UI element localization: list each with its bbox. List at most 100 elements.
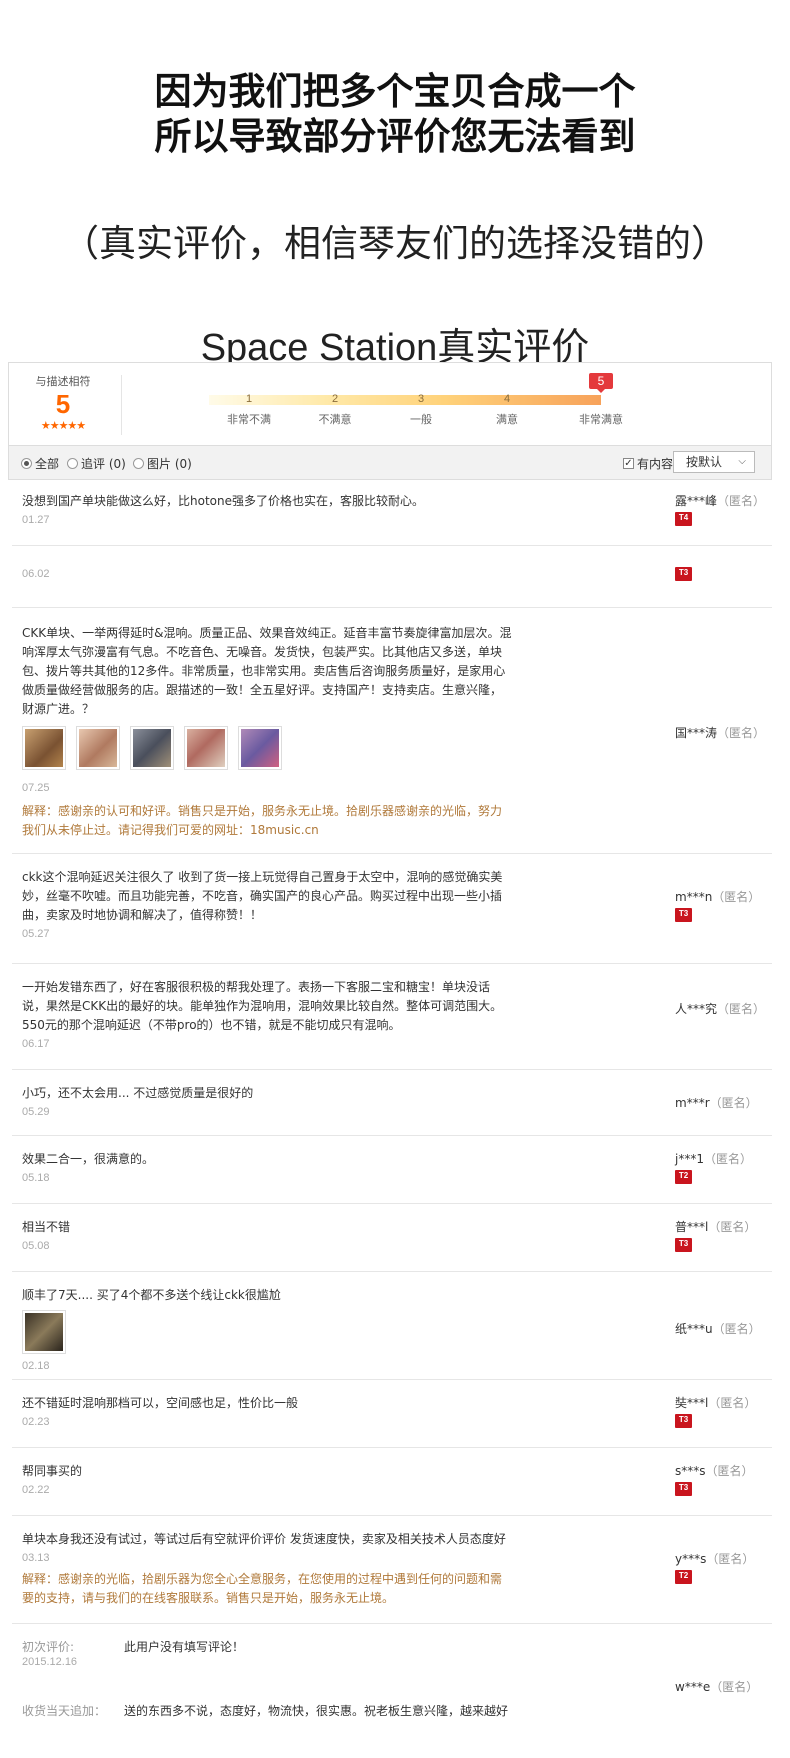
level-badge-icon: T3 — [675, 567, 692, 581]
review-date: 05.18 — [22, 1172, 50, 1184]
tick-4: 4 — [503, 393, 511, 405]
review-text: CKK单块、一举两得延时&混响。质量正品、效果音效纯正。延音丰富节奏旋律富加层次… — [22, 626, 512, 716]
anonymous-tag: （匿名） — [717, 1002, 766, 1016]
filter-all-label: 全部 — [35, 457, 60, 471]
level-badge-icon: T3 — [675, 1238, 692, 1252]
headline-line-1: 因为我们把多个宝贝合成一个 — [154, 70, 636, 113]
review-item: 一开始发错东西了，好在客服很积极的帮我处理了。表扬一下客服二宝和糖宝！单块没话说… — [12, 964, 772, 1070]
review-photo[interactable] — [184, 726, 228, 770]
review-date: 05.29 — [22, 1106, 50, 1118]
reviewer-nick: j***1 — [675, 1152, 704, 1166]
star-rating-icon: ★★★★★ — [40, 419, 86, 432]
reviewer-name: s***s（匿名） — [675, 1462, 754, 1479]
review-photo[interactable] — [76, 726, 120, 770]
reviewer-name: m***n（匿名） — [675, 888, 760, 905]
radio-selected-icon[interactable] — [21, 458, 32, 469]
reviewer-nick: w***e — [675, 1680, 711, 1694]
tick-1: 1 — [245, 393, 253, 405]
anonymous-tag: （匿名） — [710, 1680, 759, 1694]
review-item: CKK单块、一举两得延时&混响。质量正品、效果音效纯正。延音丰富节奏旋律富加层次… — [12, 608, 772, 854]
review-date: 02.23 — [22, 1416, 50, 1428]
level-badge-icon: T3 — [675, 1414, 692, 1428]
headline-subline: （真实评价，相信琴友们的选择没错的） — [62, 222, 728, 265]
tick-label-4: 满意 — [496, 413, 518, 426]
score-value: 5 — [55, 389, 71, 419]
review-photo[interactable] — [130, 726, 174, 770]
reviewer-nick: m***r — [675, 1096, 710, 1110]
filter-append[interactable]: 追评 (0) — [67, 455, 126, 472]
reviewer-name: y***s（匿名） — [675, 1550, 754, 1567]
reviewer-name: 露***峰（匿名） — [675, 492, 765, 509]
reviewer-name: 纸***u（匿名） — [675, 1320, 761, 1337]
reviewer-nick: m***n — [675, 890, 713, 904]
reviewer-name: w***e（匿名） — [675, 1678, 758, 1695]
initial-review-text: 此用户没有填写评论！ — [124, 1640, 245, 1654]
review-date: 06.17 — [22, 1038, 50, 1050]
review-photo[interactable] — [238, 726, 282, 770]
checkbox-checked-icon[interactable]: ✓ — [623, 458, 634, 469]
review-date: 2015.12.16 — [22, 1656, 78, 1668]
review-text: 帮同事买的 — [22, 1464, 83, 1478]
reviewer-nick: 纸***u — [675, 1322, 713, 1336]
sort-dropdown[interactable]: 按默认 ⌵ — [673, 451, 755, 473]
level-badge-icon: T2 — [675, 1570, 692, 1584]
initial-review-label: 初次评价: — [22, 1640, 75, 1654]
active-pointer-icon — [597, 389, 605, 393]
filter-bar: 全部 追评 (0) 图片 (0) ✓ 有内容 按默认 ⌵ — [8, 446, 772, 480]
tick-label-2: 不满意 — [318, 413, 352, 426]
level-badge-icon: T3 — [675, 908, 692, 922]
reviewer-name: 人***究（匿名） — [675, 1000, 765, 1017]
followup-text: 送的东西多不说，态度好，物流快，很实惠。祝老板生意兴隆，越来越好 — [124, 1704, 509, 1718]
review-text: 顺丰了7天.... 买了4个都不多送个线让ckk很尴尬 — [22, 1288, 281, 1302]
has-content-checkbox[interactable]: ✓ 有内容 — [623, 455, 673, 472]
headline-line-2: 所以导致部分评价您无法看到 — [154, 115, 636, 158]
review-date: 05.27 — [22, 928, 50, 940]
reviewer-name: 奘***l（匿名） — [675, 1394, 756, 1411]
has-content-label: 有内容 — [637, 457, 674, 471]
review-item: 小巧，还不太会用... 不过感觉质量是很好的 05.29 m***r（匿名） — [12, 1070, 772, 1136]
review-item: 帮同事买的 02.22 s***s（匿名） T3 — [12, 1448, 772, 1516]
score-label: 与描述相符 — [35, 375, 91, 388]
review-item: 单块本身我还没有试过，等试过后有空就评价评价 发货速度快，卖家及相关技术人员态度… — [12, 1516, 772, 1624]
chevron-down-icon: ⌵ — [738, 456, 746, 467]
review-text: 还不错延时混响那档可以，空间感也足，性价比一般 — [22, 1396, 299, 1410]
review-item: 没想到国产单块能做这么好，比hotone强多了价格也实在，客服比较耐心。 01.… — [12, 480, 772, 546]
review-photo[interactable] — [22, 726, 66, 770]
radio-icon[interactable] — [133, 458, 144, 469]
review-item: ckk这个混响延迟关注很久了 收到了货一接上玩觉得自己置身于太空中，混响的感觉确… — [12, 854, 772, 964]
reviewer-name: 普***l（匿名） — [675, 1218, 756, 1235]
anonymous-tag: （匿名） — [712, 1322, 761, 1336]
review-photo[interactable] — [22, 1310, 66, 1354]
review-date: 02.18 — [22, 1360, 50, 1372]
radio-icon[interactable] — [67, 458, 78, 469]
rating-summary: 与描述相符 5 ★★★★★ 1 2 3 4 5 非常不满 不满意 一般 满意 非… — [8, 362, 772, 446]
reviewer-nick: 普***l — [675, 1220, 709, 1234]
reviewer-nick: 奘***l — [675, 1396, 709, 1410]
anonymous-tag: （匿名） — [706, 1552, 755, 1566]
rating-bar — [209, 395, 601, 405]
filter-image[interactable]: 图片 (0) — [133, 455, 192, 472]
review-text: 相当不错 — [22, 1220, 71, 1234]
anonymous-tag: （匿名） — [705, 1464, 754, 1478]
tick-2: 2 — [331, 393, 339, 405]
review-text: 小巧，还不太会用... 不过感觉质量是很好的 — [22, 1086, 254, 1100]
reviewer-name: 国***涛（匿名） — [675, 724, 765, 741]
reviewer-nick: y***s — [675, 1552, 707, 1566]
review-text: ckk这个混响延迟关注很久了 收到了货一接上玩觉得自己置身于太空中，混响的感觉确… — [22, 870, 503, 922]
review-date: 07.25 — [22, 782, 50, 794]
divider — [121, 375, 122, 435]
reviewer-nick: 人***究 — [675, 1002, 718, 1016]
review-text: 单块本身我还没有试过，等试过后有空就评价评价 发货速度快，卖家及相关技术人员态度… — [22, 1532, 506, 1546]
tick-label-5: 非常满意 — [579, 413, 623, 426]
tick-label-3: 一般 — [410, 413, 432, 426]
review-date: 05.08 — [22, 1240, 50, 1252]
review-item: 06.02 T3 — [12, 546, 772, 608]
level-badge-icon: T2 — [675, 1170, 692, 1184]
level-badge-icon: T4 — [675, 512, 692, 526]
review-panel: 与描述相符 5 ★★★★★ 1 2 3 4 5 非常不满 不满意 一般 满意 非… — [8, 362, 772, 1758]
review-item: 还不错延时混响那档可以，空间感也足，性价比一般 02.23 奘***l（匿名） … — [12, 1380, 772, 1448]
review-text: 效果二合一，很满意的。 — [22, 1152, 155, 1166]
tick-label-1: 非常不满 — [227, 413, 271, 426]
review-date: 06.02 — [22, 568, 50, 580]
filter-all[interactable]: 全部 — [21, 455, 59, 472]
